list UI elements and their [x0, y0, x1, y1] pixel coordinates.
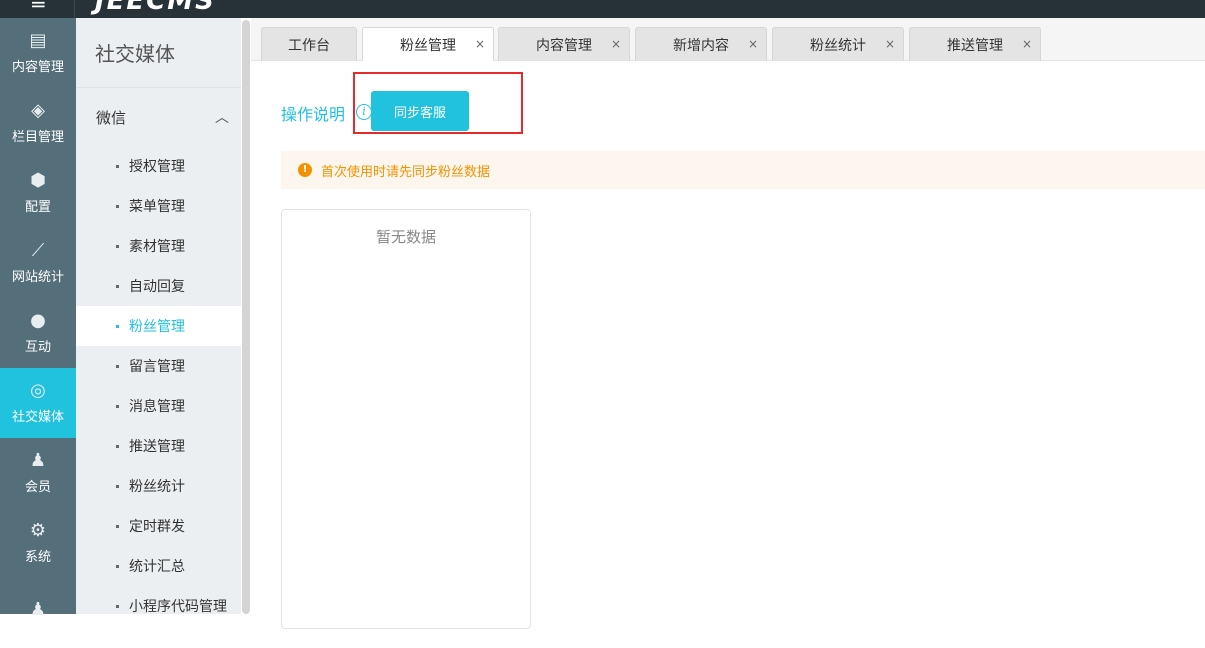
nav-item-label: 栏目管理 [11, 129, 64, 145]
sidebar-title: 社交媒体 [76, 18, 241, 88]
close-icon[interactable]: × [1022, 37, 1032, 51]
sidebar-item-label: 留言管理 [129, 359, 185, 375]
tab[interactable]: 新增内容 × [635, 27, 767, 61]
tab[interactable]: 工作台 [261, 27, 357, 61]
sidebar-item[interactable]: 粉丝统计 [76, 466, 241, 506]
line-chart-icon: ⟋ [31, 239, 45, 261]
logo: JEECMS [95, 0, 216, 16]
sidebar-item-label: 粉丝统计 [129, 479, 185, 495]
sidebar-item-label: 定时群发 [129, 519, 185, 535]
nav-item-social[interactable]: ◎ 社交媒体 [0, 368, 76, 438]
close-icon[interactable]: × [885, 37, 895, 51]
help-link[interactable]: 操作说明 [281, 101, 345, 125]
nav-item-layers[interactable]: ◈ 栏目管理 [0, 88, 76, 158]
sidebar-item[interactable]: 消息管理 [76, 386, 241, 426]
nav-item-label: 网站统计 [11, 269, 64, 285]
sidebar-item[interactable]: 自动回复 [76, 266, 241, 306]
sidebar-item-label: 自动回复 [129, 279, 185, 295]
close-icon[interactable]: × [611, 37, 621, 51]
tab-bar: 工作台 粉丝管理 × 内容管理 × 新增内容 × 粉丝统计 × 推送管理 × [251, 18, 1205, 62]
scrollbar-thumb[interactable] [242, 20, 250, 614]
close-icon[interactable]: × [475, 37, 485, 51]
nav-item-user[interactable]: ♟ 会员 [0, 438, 76, 508]
user-icon: ♟ [29, 449, 47, 471]
nav-item-label: 互动 [24, 339, 51, 355]
sidebar-item[interactable]: 粉丝管理 [76, 306, 241, 346]
nav-item-label: 配置 [24, 199, 51, 215]
sidebar-item-label: 授权管理 [129, 159, 185, 175]
sidebar-item-label: 素材管理 [129, 239, 185, 255]
group-wechat[interactable]: 微信 ︿ [76, 88, 241, 146]
layers-icon: ◈ [31, 99, 45, 121]
nav-item-label: 会员 [24, 479, 51, 495]
sidebar-item[interactable]: 素材管理 [76, 226, 241, 266]
sidebar-item[interactable]: 授权管理 [76, 146, 241, 186]
tab-label: 粉丝统计 [810, 37, 866, 54]
sidebar-item-label: 菜单管理 [129, 199, 185, 215]
tab[interactable]: 推送管理 × [909, 27, 1041, 61]
chat-icon: ● [30, 309, 46, 331]
sidebar-item[interactable]: 推送管理 [76, 426, 241, 466]
nav-item-cube[interactable]: ⬢ 配置 [0, 158, 76, 228]
nav-item-chat[interactable]: ● 互动 [0, 298, 76, 368]
nav-item-label: 社交媒体 [11, 409, 64, 425]
chevron-up-icon: ︿ [215, 110, 229, 126]
tab-label: 工作台 [288, 37, 330, 54]
sidebar-item-label: 消息管理 [129, 399, 185, 415]
nav-item-label: 系统 [24, 549, 51, 565]
sidebar-item[interactable]: 统计汇总 [76, 546, 241, 586]
gear-icon: ⚙ [29, 519, 47, 541]
tab[interactable]: 粉丝统计 × [772, 27, 904, 61]
notice-text: 首次使用时请先同步粉丝数据 [321, 164, 491, 180]
sidebar-item[interactable]: 留言管理 [76, 346, 241, 386]
sidebar-item[interactable]: 菜单管理 [76, 186, 241, 226]
sidebar-item-label: 小程序代码管理 [129, 599, 227, 615]
warning-icon: ! [298, 163, 312, 177]
sidebar-item[interactable]: 定时群发 [76, 506, 241, 546]
nav-item-label: 内容管理 [11, 59, 64, 75]
user-group-icon: ♟ [29, 599, 47, 620]
sidebar-item[interactable]: 小程序代码管理 [76, 586, 241, 626]
fans-list-panel: 暂无数据 [281, 209, 531, 629]
nav-item-user-group[interactable]: ♟ [0, 578, 76, 648]
sidebar-scrollbar[interactable] [241, 18, 251, 614]
nav-item-document[interactable]: ▤ 内容管理 [0, 18, 76, 88]
close-icon[interactable]: × [748, 37, 758, 51]
sidebar-item-label: 统计汇总 [129, 559, 185, 575]
sync-service-button[interactable]: 同步客服 [371, 91, 469, 131]
empty-text: 暂无数据 [375, 228, 436, 246]
notice-banner: ! 首次使用时请先同步粉丝数据 [281, 151, 1205, 189]
sub-sidebar: 社交媒体 微信 ︿ 授权管理菜单管理素材管理自动回复粉丝管理留言管理消息管理推送… [76, 18, 241, 615]
main-content: 操作说明 i 同步客服 ! 首次使用时请先同步粉丝数据 暂无数据 [251, 61, 1205, 629]
document-icon: ▤ [29, 29, 47, 51]
menu-icon[interactable]: ≡ [30, 0, 47, 14]
cube-icon: ⬢ [30, 169, 46, 191]
social-icon: ◎ [30, 379, 46, 401]
tab-label: 新增内容 [673, 37, 729, 54]
tab-label: 内容管理 [536, 37, 592, 54]
tab[interactable]: 粉丝管理 × [362, 27, 494, 62]
nav-item-line-chart[interactable]: ⟋ 网站统计 [0, 228, 76, 298]
sidebar-item-label: 推送管理 [129, 439, 185, 455]
nav-item-gear[interactable]: ⚙ 系统 [0, 508, 76, 578]
sidebar-item-label: 粉丝管理 [129, 319, 185, 335]
top-bar: ≡ JEECMS [0, 0, 1205, 18]
tab[interactable]: 内容管理 × [498, 27, 630, 61]
icon-sidebar: ▤ 内容管理 ◈ 栏目管理 ⬢ 配置 ⟋ 网站统计 ● 互动 ◎ 社交媒体 ♟ 会员 ⚙ 系统 ♟ [0, 18, 76, 619]
tab-label: 粉丝管理 [400, 38, 456, 54]
group-label: 微信 [96, 108, 127, 127]
tab-label: 推送管理 [947, 37, 1003, 54]
divider [74, 0, 75, 18]
